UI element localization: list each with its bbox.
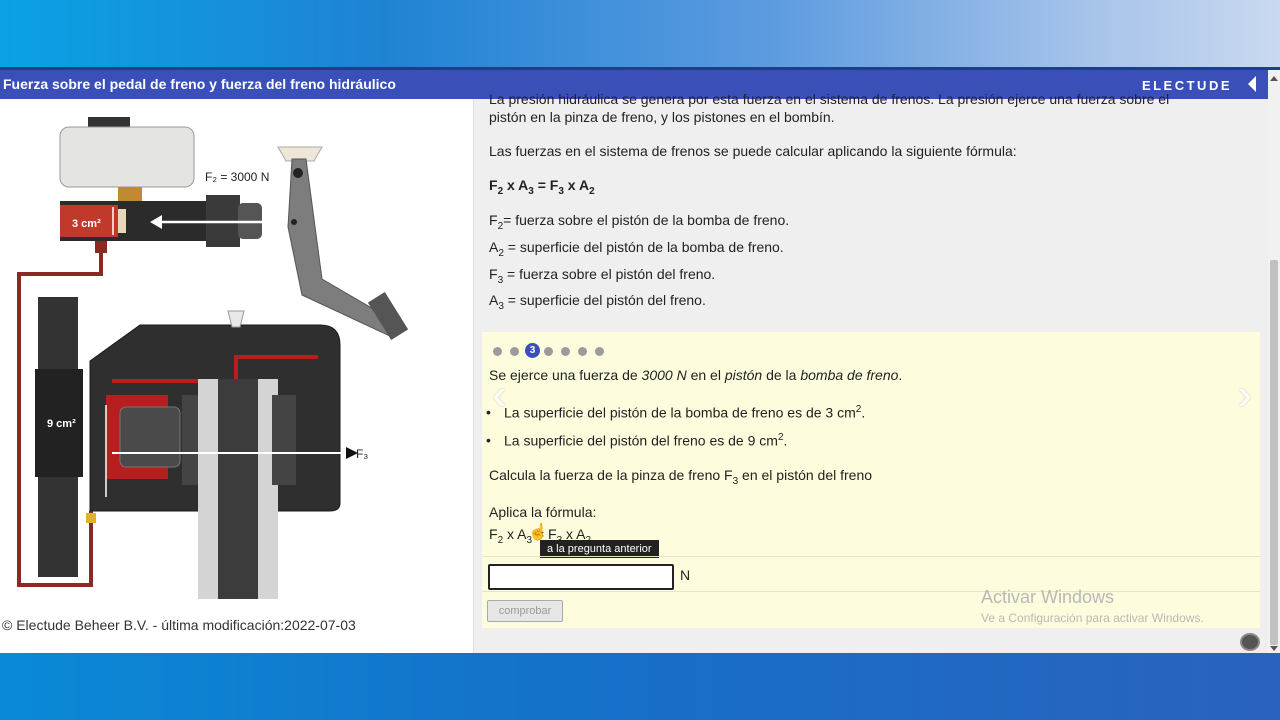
- diagram-panel: 3 cm² F₂ = 3000 N 9 cm² F₃ © Electude Be…: [0, 99, 474, 653]
- pushrod-pin: [291, 219, 297, 225]
- previous-question-chevron-icon[interactable]: ‹: [492, 370, 507, 420]
- outer-pad: [272, 395, 296, 485]
- step-dot[interactable]: [595, 347, 604, 356]
- inlet-fitting: [86, 513, 96, 523]
- content-panel: La presión hidráulica se genera por esta…: [474, 91, 1268, 653]
- step-dot[interactable]: [544, 347, 553, 356]
- caliper-area-label: 9 cm²: [47, 418, 76, 430]
- desktop-background-bottom: [0, 653, 1280, 720]
- step-dot[interactable]: [578, 347, 587, 356]
- chat-icon[interactable]: [1240, 633, 1260, 651]
- collapse-arrow-icon[interactable]: [1248, 76, 1256, 92]
- intro-text-cutoff: La presión hidráulica se genera por esta…: [489, 91, 1170, 107]
- definition-a3: A3 = superficie del pistón del freno.: [489, 292, 706, 312]
- apply-formula-label: Aplica la fórmula:: [489, 504, 597, 520]
- next-question-chevron-icon[interactable]: ›: [1237, 370, 1252, 420]
- step-dot[interactable]: [561, 347, 570, 356]
- answer-unit: N: [680, 567, 691, 583]
- master-piston: [118, 209, 126, 233]
- step-dot-active[interactable]: 3: [525, 343, 540, 358]
- given-caliper-area: La superficie del pistón del freno es de…: [504, 432, 788, 449]
- hand-cursor-icon: ☝: [528, 524, 548, 541]
- task-text: Calcula la fuerza de la pinza de freno F…: [489, 467, 873, 487]
- answer-input[interactable]: [488, 564, 674, 590]
- lesson-page: Fuerza sobre el pedal de freno y fuerza …: [0, 67, 1280, 653]
- definition-a2: A2 = superficie del pistón de la bomba d…: [489, 239, 784, 259]
- question-card: 3 Se ejerce una fuerza de 3000 N en el p…: [482, 332, 1260, 628]
- question-statement: Se ejerce una fuerza de 3000 N en el pis…: [489, 367, 903, 383]
- scroll-thumb[interactable]: [1270, 260, 1278, 645]
- intro-text: pistón en la pinza de freno, y los pisto…: [489, 109, 835, 125]
- definition-f2: F2= fuerza sobre el pistón de la bomba d…: [489, 212, 790, 232]
- caliper-piston: [119, 406, 181, 468]
- input-force-label: F₂ = 3000 N: [205, 170, 269, 184]
- fluid-reservoir: [59, 126, 195, 188]
- disc-hub: [218, 379, 258, 599]
- pedal-pivot: [293, 168, 303, 178]
- lesson-title: Fuerza sobre el pedal de freno y fuerza …: [3, 76, 396, 92]
- given-master-area: La superficie del pistón de la bomba de …: [504, 404, 866, 421]
- reservoir-outlet: [118, 187, 142, 201]
- copyright-text: © Electude Beheer B.V. - última modifica…: [2, 617, 356, 633]
- windows-watermark-subtitle: Ve a Configuración para activar Windows.: [981, 611, 1204, 625]
- scrollbar[interactable]: [1268, 70, 1280, 653]
- step-dot[interactable]: [510, 347, 519, 356]
- check-button[interactable]: comprobar: [487, 600, 563, 622]
- scroll-up-icon[interactable]: [1270, 76, 1278, 81]
- line-fitting: [95, 241, 107, 253]
- formula-intro: Las fuerzas en el sistema de frenos se p…: [489, 143, 1017, 159]
- step-dot[interactable]: [493, 347, 502, 356]
- output-force-label: F₃: [356, 447, 368, 461]
- master-area-label: 3 cm²: [72, 218, 101, 230]
- formula: F2 x A3 = F3 x A2: [489, 177, 595, 197]
- bullet-icon: •: [486, 432, 491, 448]
- scroll-down-icon[interactable]: [1270, 646, 1278, 651]
- definition-f3: F3 = fuerza sobre el pistón del freno.: [489, 266, 716, 286]
- brake-system-diagram: 3 cm² F₂ = 3000 N 9 cm² F₃: [17, 117, 409, 599]
- windows-watermark-title: Activar Windows: [981, 587, 1115, 607]
- answer-row: N: [482, 556, 1260, 592]
- bullet-icon: •: [486, 404, 491, 420]
